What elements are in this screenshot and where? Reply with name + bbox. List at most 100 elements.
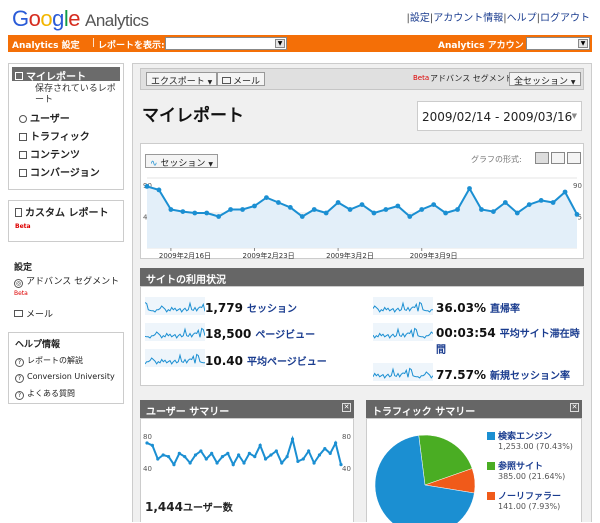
link-account-info[interactable]: アカウント情報 — [433, 13, 503, 24]
stat-label-link[interactable]: ページビュー — [255, 330, 315, 341]
data-point[interactable] — [550, 200, 556, 205]
beta-badge: Beta — [15, 223, 31, 230]
data-point[interactable] — [419, 207, 425, 212]
data-point[interactable] — [443, 210, 449, 216]
sidebar-item-users[interactable]: ユーザー — [19, 110, 123, 125]
close-icon[interactable]: ✕ — [342, 403, 351, 412]
x-tick-label: 2009年3月2日 — [326, 251, 374, 260]
user-summary-title: ユーザー サマリー — [146, 407, 230, 418]
report-select[interactable]: ▼ — [165, 37, 287, 50]
traffic-pie-chart[interactable] — [367, 419, 487, 523]
sidebar-item-conversions[interactable]: コンバージョン — [19, 164, 123, 179]
data-point[interactable] — [347, 207, 353, 212]
data-point[interactable] — [204, 210, 210, 216]
data-point[interactable] — [431, 202, 437, 207]
data-point — [274, 449, 278, 453]
session-line-chart[interactable]: 904590452009年2月16日2009年2月23日2009年3月2日200… — [141, 144, 585, 260]
data-point[interactable] — [395, 203, 401, 209]
user-count-value: 1,444 — [145, 500, 183, 514]
help-link-report-guide[interactable]: ? レポートの解説 — [15, 355, 123, 367]
account-select[interactable]: ▼ — [526, 37, 590, 50]
data-point — [204, 457, 208, 461]
data-point[interactable] — [323, 210, 329, 216]
data-point[interactable] — [287, 205, 293, 210]
account-label: Analytics アカウント: — [438, 41, 537, 51]
sidebar-item-traffic[interactable]: トラフィック — [19, 128, 123, 143]
traffic-label: トラフィック — [30, 132, 90, 143]
link-help[interactable]: ヘルプ — [507, 13, 537, 24]
data-point[interactable] — [168, 207, 174, 212]
segment-dropdown[interactable]: 全セッション ▼ — [509, 72, 581, 87]
data-point[interactable] — [275, 200, 281, 205]
sparkline — [373, 363, 433, 381]
data-point — [231, 463, 235, 467]
data-point — [296, 459, 300, 463]
data-point[interactable] — [574, 212, 580, 217]
google-analytics-logo[interactable]: Google Analytics — [12, 6, 149, 32]
link-settings[interactable]: 設定 — [410, 13, 430, 24]
data-point[interactable] — [455, 207, 460, 212]
data-point[interactable] — [562, 189, 568, 195]
legend-referring-sites[interactable]: 参照サイト 385.00 (21.64%) — [487, 459, 565, 481]
data-point[interactable] — [156, 187, 162, 193]
data-point[interactable] — [216, 214, 222, 219]
data-point[interactable] — [240, 207, 245, 212]
data-point[interactable] — [228, 207, 234, 212]
user-count: 1,444ユーザー数 — [145, 499, 233, 514]
custom-reports-label: カスタム レポート — [25, 208, 109, 219]
stat-label-link[interactable]: セッション — [247, 304, 297, 315]
export-button[interactable]: エクスポート ▼ — [146, 72, 218, 87]
data-point[interactable] — [502, 200, 508, 205]
data-point — [285, 455, 289, 459]
custom-reports-box[interactable]: カスタム レポート Beta — [8, 200, 124, 242]
data-point[interactable] — [144, 184, 150, 189]
stat-label-link[interactable]: 平均ページビュー — [247, 357, 327, 368]
sidebar-item-advanced-segments[interactable]: ◎ アドバンス セグメント Beta — [14, 277, 124, 303]
legend-value: 1,253.00 (70.43%) — [498, 442, 573, 451]
data-point[interactable] — [538, 198, 544, 203]
link-logout[interactable]: ログアウト — [540, 13, 590, 24]
data-point[interactable] — [479, 207, 484, 212]
stat-label-link[interactable]: 新規セッション率 — [490, 371, 570, 382]
legend-direct[interactable]: ノーリファラー 141.00 (7.93%) — [487, 489, 561, 511]
settings-section: 設定 ◎ アドバンス セグメント Beta メール — [8, 256, 124, 320]
data-point[interactable] — [299, 214, 305, 219]
analytics-settings-link[interactable]: Analytics 設定 — [12, 38, 80, 51]
date-range-picker[interactable]: 2009/02/14 - 2009/03/16 ▼ — [417, 101, 582, 131]
data-point — [312, 461, 316, 465]
stat-value: 36.03% — [436, 301, 486, 315]
help-link-conversion-university[interactable]: ? Conversion University — [15, 372, 123, 383]
email-button[interactable]: メール — [217, 72, 266, 87]
data-point[interactable] — [311, 207, 317, 212]
data-point[interactable] — [514, 210, 520, 216]
settings-heading: 設定 — [14, 263, 33, 273]
data-point[interactable] — [490, 209, 496, 214]
mail-icon — [14, 310, 23, 317]
data-point[interactable] — [252, 203, 257, 209]
stat-sessions: 1,779 セッション — [205, 300, 297, 315]
stat-label-link[interactable]: 直帰率 — [490, 304, 520, 315]
sidebar-item-email[interactable]: メール — [14, 307, 124, 320]
data-point[interactable] — [467, 186, 472, 191]
sidebar-item-content[interactable]: コンテンツ — [19, 146, 123, 161]
help-label: レポートの解説 — [27, 356, 83, 365]
data-point[interactable] — [180, 209, 186, 214]
legend-swatch — [487, 432, 495, 440]
help-label: よくある質問 — [27, 389, 75, 398]
data-point[interactable] — [407, 214, 413, 219]
data-point — [263, 457, 268, 461]
close-icon[interactable]: ✕ — [570, 403, 579, 412]
main-chart-box: ∿ セッション ▼ グラフの形式: 904590452009年2月16日2009… — [140, 143, 585, 260]
legend-search-engines[interactable]: 検索エンジン 1,253.00 (70.43%) — [487, 429, 573, 451]
report-view-label: レポートを表示: — [98, 41, 165, 51]
data-point[interactable] — [371, 210, 377, 216]
data-point[interactable] — [526, 202, 532, 207]
data-point[interactable] — [383, 207, 389, 212]
data-point[interactable] — [192, 210, 198, 216]
data-point[interactable] — [335, 200, 341, 205]
help-link-faq[interactable]: ? よくある質問 — [15, 388, 123, 400]
data-point[interactable] — [359, 202, 365, 207]
data-point[interactable] — [264, 195, 269, 200]
sidebar-item-my-reports[interactable]: マイレポート — [12, 67, 120, 83]
sidebar-item-saved-reports[interactable]: 保存されているレポート — [35, 84, 123, 106]
